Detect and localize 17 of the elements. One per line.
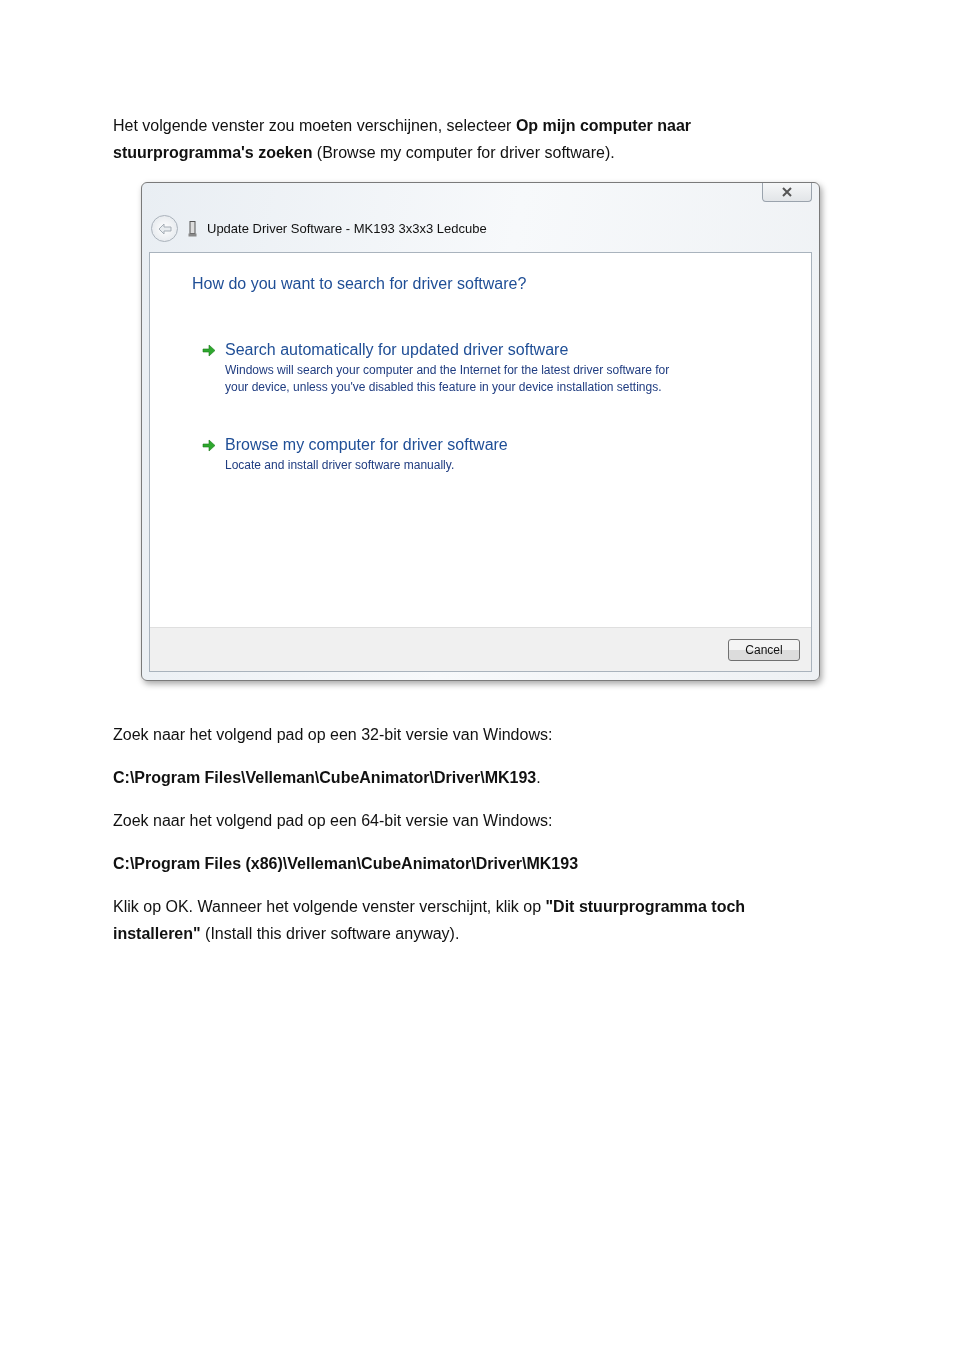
close-icon — [781, 187, 793, 197]
paragraph: Klik op OK. Wanneer het volgende venster verschijnt, klik op "Dit stuurprogramma toch installeren" (Install this driver software anyway). — [113, 897, 747, 944]
option-link[interactable]: Browse my computer for driver software Locate and install driver software manually. — [202, 436, 695, 474]
back-arrow-icon — [157, 222, 172, 235]
paragraph: Zoek naar het volgend pad op een 64-bit versie van Windows: — [113, 811, 554, 831]
file-path: C:\Program Files (x86)\Velleman\CubeAnimator\Driver\MK193 — [113, 854, 580, 874]
dialog-heading: How do you want to search for driver software? — [192, 275, 528, 293]
paragraph: Het volgende venster zou moeten verschijnen, selecteer Op mijn computer naar stuurprogramma's zoeken (Browse my computer for driver software). — [113, 116, 693, 163]
close-button[interactable] — [762, 183, 812, 202]
option-link[interactable]: Search automatically for updated driver software Windows will search your computer and the Internet for the latest driver software for your device, unless you've disabled this feature in your device installation settings. — [202, 341, 695, 396]
cancel-button[interactable]: Cancel — [728, 638, 800, 661]
paragraph: C:\Program Files\Velleman\CubeAnimator\Driver\MK193. — [113, 768, 542, 788]
window-title: Update Driver Software - MK193 3x3x3 Ledcube — [207, 221, 487, 236]
device-icon — [188, 220, 197, 237]
paragraph: Zoek naar het volgend pad op een 32-bit versie van Windows: — [113, 725, 554, 745]
arrow-icon — [202, 344, 216, 357]
arrow-icon — [202, 439, 216, 452]
